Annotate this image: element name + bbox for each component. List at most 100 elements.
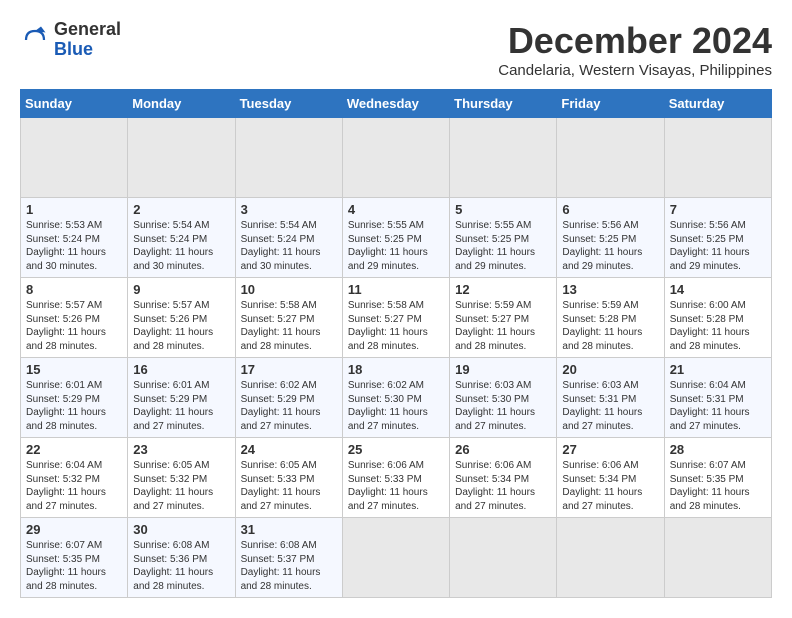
day-info: Sunrise: 6:05 AMSunset: 5:32 PMDaylight:… bbox=[133, 459, 229, 513]
day-info: Sunrise: 6:03 AMSunset: 5:30 PMDaylight:… bbox=[455, 379, 551, 433]
day-info: Sunrise: 5:53 AMSunset: 5:24 PMDaylight:… bbox=[26, 219, 122, 273]
day-number: 13 bbox=[562, 282, 658, 297]
day-number: 4 bbox=[348, 202, 444, 217]
day-number: 12 bbox=[455, 282, 551, 297]
column-header-friday: Friday bbox=[557, 90, 664, 118]
calendar-table: SundayMondayTuesdayWednesdayThursdayFrid… bbox=[20, 89, 772, 598]
header: General Blue December 2024 Candelaria, W… bbox=[20, 20, 772, 79]
day-info: Sunrise: 6:03 AMSunset: 5:31 PMDaylight:… bbox=[562, 379, 658, 433]
calendar-week-row: 1 Sunrise: 5:53 AMSunset: 5:24 PMDaylight… bbox=[21, 198, 772, 278]
calendar-cell: 5 Sunrise: 5:55 AMSunset: 5:25 PMDaylight… bbox=[450, 198, 557, 278]
calendar-cell bbox=[664, 518, 771, 598]
column-header-saturday: Saturday bbox=[664, 90, 771, 118]
day-number: 23 bbox=[133, 442, 229, 457]
day-info: Sunrise: 5:55 AMSunset: 5:25 PMDaylight:… bbox=[348, 219, 444, 273]
day-number: 18 bbox=[348, 362, 444, 377]
day-info: Sunrise: 6:06 AMSunset: 5:33 PMDaylight:… bbox=[348, 459, 444, 513]
calendar-cell: 25 Sunrise: 6:06 AMSunset: 5:33 PMDayligh… bbox=[342, 438, 449, 518]
calendar-cell: 17 Sunrise: 6:02 AMSunset: 5:29 PMDayligh… bbox=[235, 358, 342, 438]
day-info: Sunrise: 5:55 AMSunset: 5:25 PMDaylight:… bbox=[455, 219, 551, 273]
calendar-cell: 30 Sunrise: 6:08 AMSunset: 5:36 PMDayligh… bbox=[128, 518, 235, 598]
day-number: 17 bbox=[241, 362, 337, 377]
day-number: 6 bbox=[562, 202, 658, 217]
column-header-wednesday: Wednesday bbox=[342, 90, 449, 118]
day-number: 11 bbox=[348, 282, 444, 297]
title-section: December 2024 Candelaria, Western Visaya… bbox=[498, 20, 772, 79]
day-info: Sunrise: 5:59 AMSunset: 5:28 PMDaylight:… bbox=[562, 299, 658, 353]
calendar-cell: 9Sunrise: 5:57 AMSunset: 5:26 PMDaylight… bbox=[128, 278, 235, 358]
calendar-cell bbox=[557, 118, 664, 198]
calendar-cell: 3 Sunrise: 5:54 AMSunset: 5:24 PMDaylight… bbox=[235, 198, 342, 278]
day-info: Sunrise: 6:02 AMSunset: 5:30 PMDaylight:… bbox=[348, 379, 444, 433]
day-info: Sunrise: 5:56 AMSunset: 5:25 PMDaylight:… bbox=[670, 219, 766, 273]
calendar-cell: 27Sunrise: 6:06 AMSunset: 5:34 PMDayligh… bbox=[557, 438, 664, 518]
day-info: Sunrise: 5:54 AMSunset: 5:24 PMDaylight:… bbox=[133, 219, 229, 273]
logo: General Blue bbox=[20, 20, 121, 60]
day-info: Sunrise: 6:01 AMSunset: 5:29 PMDaylight:… bbox=[133, 379, 229, 433]
day-info: Sunrise: 5:56 AMSunset: 5:25 PMDaylight:… bbox=[562, 219, 658, 273]
day-number: 15 bbox=[26, 362, 122, 377]
calendar-week-row: 8Sunrise: 5:57 AMSunset: 5:26 PMDaylight… bbox=[21, 278, 772, 358]
day-info: Sunrise: 6:02 AMSunset: 5:29 PMDaylight:… bbox=[241, 379, 337, 433]
day-number: 22 bbox=[26, 442, 122, 457]
day-info: Sunrise: 5:54 AMSunset: 5:24 PMDaylight:… bbox=[241, 219, 337, 273]
calendar-cell: 20 Sunrise: 6:03 AMSunset: 5:31 PMDayligh… bbox=[557, 358, 664, 438]
day-info: Sunrise: 6:07 AMSunset: 5:35 PMDaylight:… bbox=[670, 459, 766, 513]
calendar-cell: 7 Sunrise: 5:56 AMSunset: 5:25 PMDaylight… bbox=[664, 198, 771, 278]
calendar-cell bbox=[128, 118, 235, 198]
calendar-header-row: SundayMondayTuesdayWednesdayThursdayFrid… bbox=[21, 90, 772, 118]
logo-blue: Blue bbox=[54, 40, 121, 60]
calendar-cell: 2Sunrise: 5:54 AMSunset: 5:24 PMDaylight… bbox=[128, 198, 235, 278]
day-info: Sunrise: 6:05 AMSunset: 5:33 PMDaylight:… bbox=[241, 459, 337, 513]
day-number: 29 bbox=[26, 522, 122, 537]
day-number: 24 bbox=[241, 442, 337, 457]
day-number: 30 bbox=[133, 522, 229, 537]
calendar-cell: 28Sunrise: 6:07 AMSunset: 5:35 PMDayligh… bbox=[664, 438, 771, 518]
calendar-cell bbox=[450, 518, 557, 598]
day-number: 9 bbox=[133, 282, 229, 297]
calendar-cell: 1 Sunrise: 5:53 AMSunset: 5:24 PMDaylight… bbox=[21, 198, 128, 278]
day-number: 31 bbox=[241, 522, 337, 537]
calendar-week-row: 29 Sunrise: 6:07 AMSunset: 5:35 PMDayligh… bbox=[21, 518, 772, 598]
calendar-cell: 4 Sunrise: 5:55 AMSunset: 5:25 PMDaylight… bbox=[342, 198, 449, 278]
calendar-cell: 14Sunrise: 6:00 AMSunset: 5:28 PMDayligh… bbox=[664, 278, 771, 358]
column-header-sunday: Sunday bbox=[21, 90, 128, 118]
day-number: 7 bbox=[670, 202, 766, 217]
calendar-cell: 18 Sunrise: 6:02 AMSunset: 5:30 PMDayligh… bbox=[342, 358, 449, 438]
calendar-cell: 15Sunrise: 6:01 AMSunset: 5:29 PMDayligh… bbox=[21, 358, 128, 438]
calendar-cell: 24 Sunrise: 6:05 AMSunset: 5:33 PMDayligh… bbox=[235, 438, 342, 518]
calendar-cell bbox=[342, 118, 449, 198]
calendar-cell bbox=[450, 118, 557, 198]
calendar-cell: 31 Sunrise: 6:08 AMSunset: 5:37 PMDayligh… bbox=[235, 518, 342, 598]
day-info: Sunrise: 5:58 AMSunset: 5:27 PMDaylight:… bbox=[241, 299, 337, 353]
day-info: Sunrise: 6:06 AMSunset: 5:34 PMDaylight:… bbox=[455, 459, 551, 513]
day-number: 26 bbox=[455, 442, 551, 457]
day-info: Sunrise: 5:57 AMSunset: 5:26 PMDaylight:… bbox=[26, 299, 122, 353]
logo-general: General bbox=[54, 20, 121, 40]
day-number: 19 bbox=[455, 362, 551, 377]
day-info: Sunrise: 6:08 AMSunset: 5:37 PMDaylight:… bbox=[241, 539, 337, 593]
calendar-cell: 22Sunrise: 6:04 AMSunset: 5:32 PMDayligh… bbox=[21, 438, 128, 518]
day-info: Sunrise: 6:07 AMSunset: 5:35 PMDaylight:… bbox=[26, 539, 122, 593]
location-subtitle: Candelaria, Western Visayas, Philippines bbox=[498, 62, 772, 79]
calendar-cell: 11 Sunrise: 5:58 AMSunset: 5:27 PMDayligh… bbox=[342, 278, 449, 358]
day-info: Sunrise: 6:08 AMSunset: 5:36 PMDaylight:… bbox=[133, 539, 229, 593]
day-info: Sunrise: 6:04 AMSunset: 5:31 PMDaylight:… bbox=[670, 379, 766, 433]
day-info: Sunrise: 5:59 AMSunset: 5:27 PMDaylight:… bbox=[455, 299, 551, 353]
calendar-cell bbox=[21, 118, 128, 198]
calendar-week-row bbox=[21, 118, 772, 198]
calendar-cell: 6 Sunrise: 5:56 AMSunset: 5:25 PMDaylight… bbox=[557, 198, 664, 278]
day-number: 3 bbox=[241, 202, 337, 217]
day-number: 25 bbox=[348, 442, 444, 457]
day-number: 5 bbox=[455, 202, 551, 217]
column-header-monday: Monday bbox=[128, 90, 235, 118]
day-info: Sunrise: 5:58 AMSunset: 5:27 PMDaylight:… bbox=[348, 299, 444, 353]
day-info: Sunrise: 6:00 AMSunset: 5:28 PMDaylight:… bbox=[670, 299, 766, 353]
month-year-title: December 2024 bbox=[498, 20, 772, 62]
day-number: 20 bbox=[562, 362, 658, 377]
calendar-cell bbox=[342, 518, 449, 598]
column-header-thursday: Thursday bbox=[450, 90, 557, 118]
calendar-cell: 8Sunrise: 5:57 AMSunset: 5:26 PMDaylight… bbox=[21, 278, 128, 358]
day-number: 1 bbox=[26, 202, 122, 217]
calendar-cell: 19 Sunrise: 6:03 AMSunset: 5:30 PMDayligh… bbox=[450, 358, 557, 438]
